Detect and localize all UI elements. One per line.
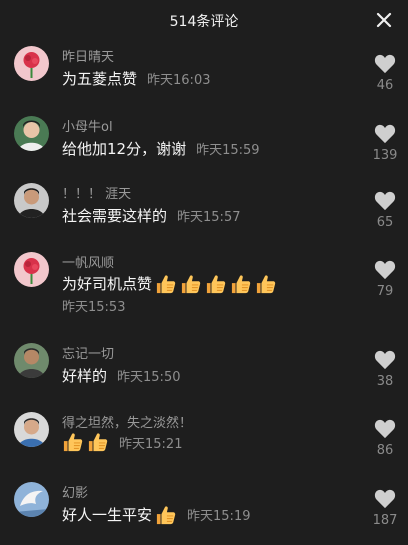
- like-button[interactable]: 86: [368, 419, 402, 458]
- comments-header: 514条评论: [0, 0, 408, 40]
- like-count: 79: [376, 284, 394, 299]
- like-button[interactable]: 79: [368, 260, 402, 299]
- like-button[interactable]: 139: [368, 124, 402, 163]
- like-count: 139: [372, 148, 398, 163]
- comment-text: 好人一生平安: [62, 506, 153, 524]
- like-button[interactable]: 38: [368, 350, 402, 389]
- thumbs-up-emoji-icon: [230, 274, 252, 294]
- like-count: 46: [376, 78, 394, 93]
- like-count: 86: [376, 443, 394, 458]
- comment-username[interactable]: ！！！ 涯天: [62, 183, 131, 202]
- person-avatar-icon[interactable]: [14, 183, 49, 218]
- like-button[interactable]: 46: [368, 54, 402, 93]
- thumbs-up-emoji-group: [152, 274, 277, 294]
- comment-time: 昨天15:57: [177, 210, 241, 225]
- rose-avatar-icon[interactable]: [14, 46, 49, 81]
- comment-time: 昨天16:03: [147, 73, 211, 88]
- heart-icon: [374, 260, 396, 280]
- comment-count-title: 514条评论: [169, 14, 239, 30]
- like-button[interactable]: 65: [368, 191, 402, 230]
- thumbs-up-emoji-icon: [62, 432, 84, 452]
- thumbs-up-emoji-icon: [255, 274, 277, 294]
- person-avatar-icon[interactable]: [14, 412, 49, 447]
- comment-username[interactable]: 忘记一切: [62, 343, 114, 362]
- thumbs-up-emoji-group: [152, 505, 177, 525]
- thumbs-up-emoji-icon: [87, 432, 109, 452]
- heart-icon: [374, 350, 396, 370]
- comment-username[interactable]: 昨日晴天: [62, 46, 114, 65]
- comment-text: 好样的: [62, 367, 108, 385]
- person-avatar-icon[interactable]: [14, 343, 49, 378]
- comment-username[interactable]: 得之坦然，失之淡然！: [62, 412, 192, 431]
- thumbs-up-emoji-icon: [205, 274, 227, 294]
- close-icon[interactable]: [374, 10, 394, 30]
- thumbs-up-emoji-icon: [155, 505, 177, 525]
- heart-icon: [374, 124, 396, 144]
- comment-text: 为五菱点赞: [62, 70, 138, 88]
- comment-time: 昨天15:50: [117, 370, 181, 385]
- heart-icon: [374, 419, 396, 439]
- like-button[interactable]: 187: [368, 489, 402, 528]
- comment-text: 给他加12分，谢谢: [62, 140, 187, 158]
- thumbs-up-emoji-icon: [180, 274, 202, 294]
- heart-icon: [374, 489, 396, 509]
- thumbs-up-emoji-group: [59, 432, 109, 452]
- comment-time: 昨天15:53: [62, 300, 126, 315]
- heart-icon: [374, 191, 396, 211]
- comment-username[interactable]: 小母牛ol: [62, 116, 113, 135]
- comment-username[interactable]: 幻影: [62, 482, 88, 501]
- like-count: 38: [376, 374, 394, 389]
- comment-time: 昨天15:59: [196, 143, 260, 158]
- person-avatar-icon[interactable]: [14, 116, 49, 151]
- thumbs-up-emoji-icon: [155, 274, 177, 294]
- comment-time: 昨天15:21: [119, 436, 183, 452]
- comment-time: 昨天15:19: [187, 509, 251, 524]
- comment-username[interactable]: 一帆风顺: [62, 252, 114, 271]
- like-count: 187: [372, 513, 398, 528]
- bird-avatar-icon[interactable]: [14, 482, 49, 517]
- rose-avatar-icon[interactable]: [14, 252, 49, 287]
- heart-icon: [374, 54, 396, 74]
- comment-text: 为好司机点赞: [62, 275, 153, 293]
- comment-text: 社会需要这样的: [62, 207, 168, 225]
- like-count: 65: [376, 215, 394, 230]
